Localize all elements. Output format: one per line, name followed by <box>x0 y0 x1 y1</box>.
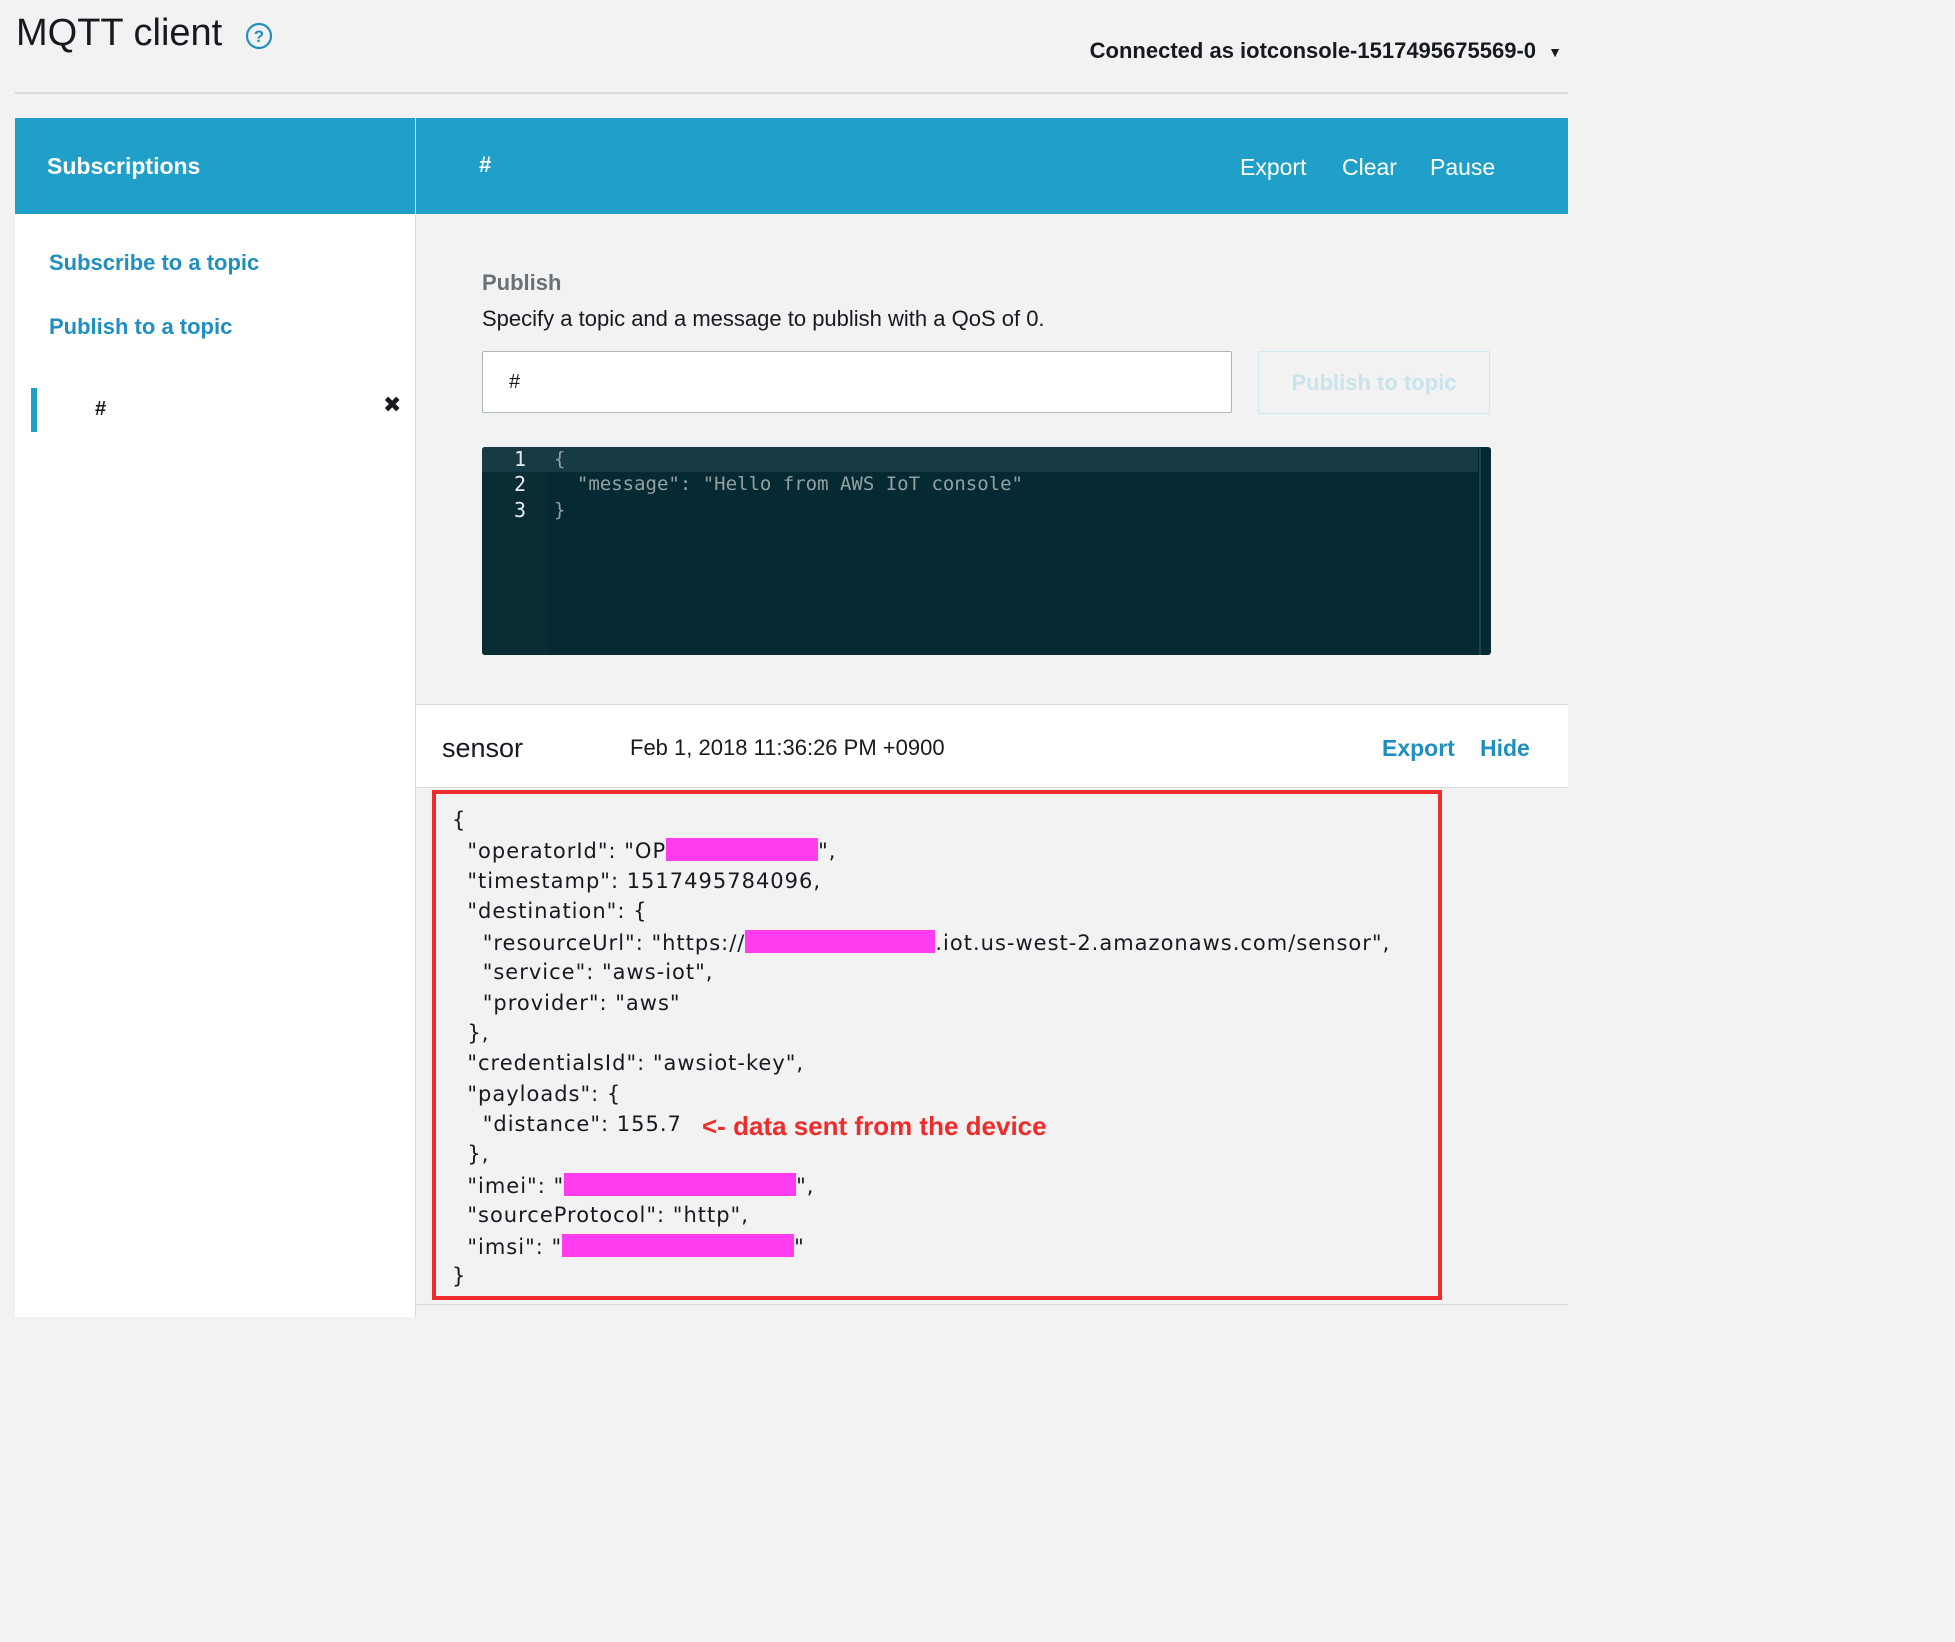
payload-text: " <box>794 1235 805 1259</box>
question-circle-icon[interactable]: ? <box>245 22 273 50</box>
page-title: MQTT client <box>16 12 223 54</box>
main-panel: # Export Clear Pause Publish Specify a t… <box>416 118 1568 1317</box>
line-number: 2 <box>513 472 526 496</box>
active-indicator <box>31 388 37 432</box>
payload-line: "timestamp": 1517495784096, <box>452 869 822 893</box>
code-line: } <box>554 499 566 521</box>
payload-line: "destination": { <box>452 899 648 923</box>
payload-line: "resourceUrl": "https:// .iot.us-west-2.a… <box>452 930 1390 955</box>
payload-line: "imei": " ", <box>452 1173 814 1198</box>
payload-line: "payloads": { <box>452 1082 622 1106</box>
received-message: sensor Feb 1, 2018 11:36:26 PM +0900 Exp… <box>416 704 1568 1317</box>
publish-description: Specify a topic and a message to publish… <box>482 306 1045 331</box>
payload-line: "imsi": " " <box>452 1234 805 1259</box>
editor-scrollbar[interactable] <box>1479 447 1481 655</box>
header: MQTT client ? Connected as iotconsole-15… <box>0 0 1568 94</box>
line-number: 3 <box>513 498 526 522</box>
publish-to-topic-link[interactable]: Publish to a topic <box>49 314 232 340</box>
pause-button[interactable]: Pause <box>1430 154 1495 181</box>
payload-line: } <box>452 1264 467 1288</box>
subscribe-to-topic-link[interactable]: Subscribe to a topic <box>49 250 259 276</box>
current-topic: # <box>479 152 492 177</box>
payload-line: "service": "aws-iot", <box>452 960 714 984</box>
payload-line: { <box>452 808 467 832</box>
clear-button[interactable]: Clear <box>1342 154 1397 181</box>
export-button[interactable]: Export <box>1240 154 1306 181</box>
divider <box>416 1304 1568 1305</box>
svg-text:?: ? <box>254 27 264 46</box>
code-line: "message": "Hello from AWS IoT console" <box>554 473 1023 495</box>
payload-line: "sourceProtocol": "http", <box>452 1203 749 1227</box>
payload-text: ", <box>796 1174 815 1198</box>
subscription-topic: # <box>95 398 107 420</box>
message-header: sensor Feb 1, 2018 11:36:26 PM +0900 Exp… <box>416 704 1568 788</box>
message-editor[interactable]: 1 2 3 { "message": "Hello from AWS IoT c… <box>482 447 1491 655</box>
message-timestamp: Feb 1, 2018 11:36:26 PM +0900 <box>630 735 945 760</box>
payload-text: ", <box>818 839 837 863</box>
redaction <box>562 1234 795 1257</box>
divider <box>15 92 1568 94</box>
payload-line: }, <box>452 1021 490 1045</box>
payload-text: .iot.us-west-2.amazonaws.com/sensor", <box>935 931 1391 955</box>
connection-status[interactable]: Connected as iotconsole-1517495675569-0 <box>1090 38 1536 64</box>
payload-line: "provider": "aws" <box>452 991 681 1015</box>
current-line-highlight <box>482 447 1478 472</box>
payload-text: "resourceUrl": "https:// <box>452 931 746 955</box>
sidebar-heading: Subscriptions <box>15 118 415 214</box>
payload-text: "imsi": " <box>452 1235 563 1259</box>
redaction <box>666 838 819 861</box>
publish-topic-input[interactable] <box>482 351 1232 413</box>
line-number: 1 <box>513 447 526 471</box>
publish-title: Publish <box>482 270 562 295</box>
redaction <box>745 930 936 953</box>
subscriptions-sidebar: Subscriptions Subscribe to a topic Publi… <box>15 118 416 1317</box>
code-line: { <box>554 448 566 470</box>
message-topic: sensor <box>442 733 524 763</box>
annotation: <- data sent from the device <box>702 1111 1047 1141</box>
payload-text: "imei": " <box>452 1174 565 1198</box>
subscription-item[interactable]: # ✖ <box>31 388 415 432</box>
message-export-button[interactable]: Export <box>1382 735 1455 762</box>
caret-down-icon[interactable]: ▼ <box>1548 44 1562 60</box>
close-icon[interactable]: ✖ <box>383 392 401 418</box>
publish-to-topic-button[interactable]: Publish to topic <box>1258 351 1490 414</box>
payload-line: }, <box>452 1142 490 1166</box>
topic-header: # Export Clear Pause <box>416 118 1568 214</box>
payload-line: "credentialsId": "awsiot-key", <box>452 1051 805 1075</box>
payload-line: "operatorId": "OP ", <box>452 838 836 863</box>
payload-line: "distance": 155.7 <box>452 1112 682 1136</box>
payload-text: "operatorId": "OP <box>452 839 667 863</box>
redaction <box>564 1173 797 1196</box>
hide-button[interactable]: Hide <box>1480 735 1530 762</box>
message-payload: { "operatorId": "OP ", "timestamp": 15174… <box>432 790 1442 1300</box>
